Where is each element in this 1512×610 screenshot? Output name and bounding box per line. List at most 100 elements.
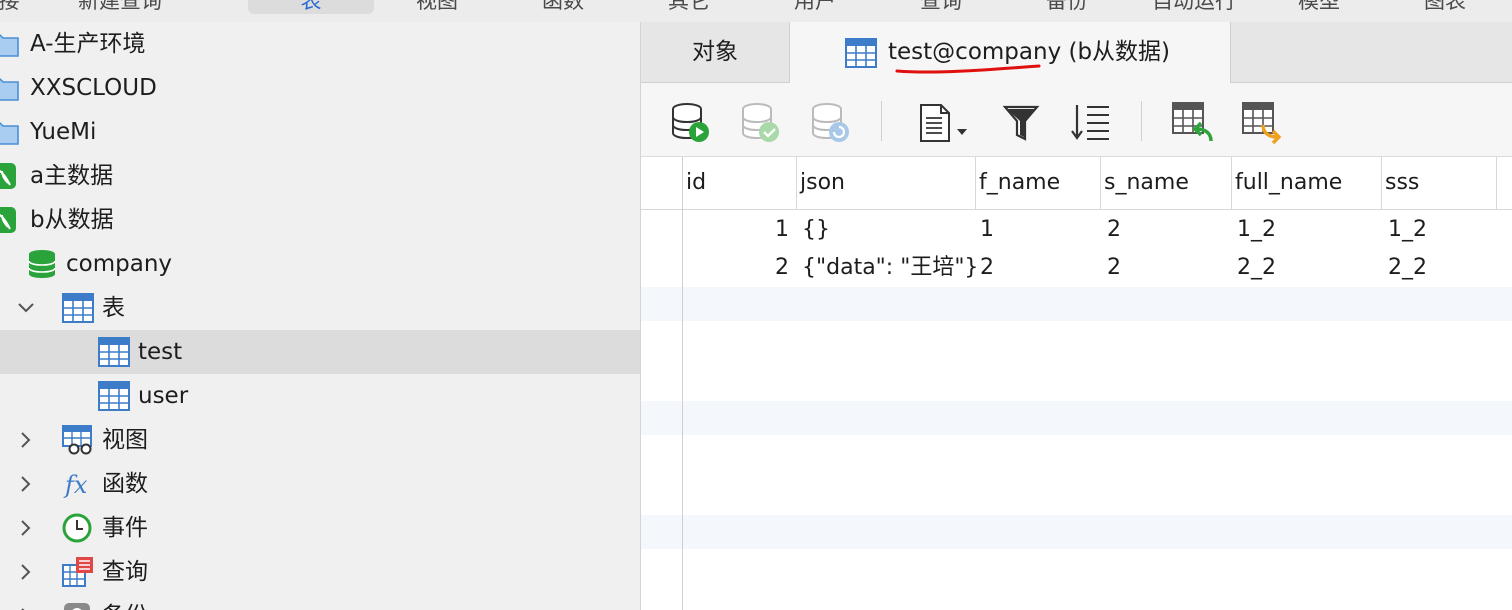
sidebar-item-label: 事件 xyxy=(102,515,148,541)
svg-text:fx: fx xyxy=(63,471,88,499)
sidebar-item-a-production[interactable]: A-生产环境 xyxy=(0,22,640,66)
tab-bar: 对象 test@company (b从数据) xyxy=(641,22,1512,83)
table-icon xyxy=(845,38,877,68)
table-row[interactable]: 2 {"data": "王培"} 2 2 2_2 2_2 xyxy=(641,249,1512,287)
chevron-down-icon[interactable] xyxy=(16,298,36,318)
red-annotation-underline xyxy=(895,64,1041,74)
main-toolbar: 接 新建查询 表 视图 函数 其它 用户 查询 备份 自动运行 模型 图表 xyxy=(0,0,1512,23)
sidebar-item-a-master[interactable]: a主数据 xyxy=(0,154,640,198)
sidebar-item-yuemi[interactable]: YueMi xyxy=(0,110,640,154)
table-icon xyxy=(98,337,130,367)
column-header-full-name[interactable]: full_name xyxy=(1231,157,1381,209)
column-header-id[interactable]: id xyxy=(682,157,796,209)
sidebar-item-label: 备份 xyxy=(102,594,148,610)
chevron-right-icon[interactable] xyxy=(16,474,36,494)
cell-s-name[interactable]: 2 xyxy=(1107,211,1121,249)
filter-icon[interactable] xyxy=(1001,101,1045,145)
cell-f-name[interactable]: 1 xyxy=(980,211,994,249)
toolbar-other-button[interactable]: 其它 xyxy=(656,0,722,14)
sidebar-item-label: 查询 xyxy=(102,559,148,585)
sidebar-item-queries-group[interactable]: 查询 xyxy=(0,550,640,594)
sidebar-item-label: b从数据 xyxy=(30,207,114,233)
database-icon xyxy=(28,250,56,278)
chevron-right-icon[interactable] xyxy=(16,606,36,610)
export-icon[interactable] xyxy=(1241,101,1285,145)
row-stripe xyxy=(641,401,1512,435)
commit-icon[interactable] xyxy=(739,101,783,145)
sort-icon[interactable] xyxy=(1069,101,1113,145)
column-header-extra xyxy=(1496,157,1512,209)
toolbar-model-button[interactable]: 模型 xyxy=(1286,0,1352,14)
sidebar-item-table-test[interactable]: test xyxy=(0,330,640,374)
table-toolbar xyxy=(641,83,1512,157)
toolbar-function-button[interactable]: 函数 xyxy=(530,0,596,14)
row-stripe xyxy=(641,515,1512,549)
table-row[interactable]: 1 {} 1 2 1_2 1_2 xyxy=(641,211,1512,249)
column-header-s-name[interactable]: s_name xyxy=(1100,157,1231,209)
column-header-json[interactable]: json xyxy=(796,157,975,209)
main-panel: 对象 test@company (b从数据) id json f_name s_… xyxy=(641,22,1512,610)
sidebar-item-events-group[interactable]: 事件 xyxy=(0,506,640,550)
query-icon xyxy=(62,557,93,587)
sidebar-item-label: test xyxy=(138,339,183,365)
chevron-right-icon[interactable] xyxy=(16,562,36,582)
toolbar-chart-button[interactable]: 图表 xyxy=(1412,0,1478,14)
sidebar-item-views-group[interactable]: 视图 xyxy=(0,418,640,462)
sidebar-item-xxscloud[interactable]: XXSCLOUD xyxy=(0,66,640,110)
navigation-sidebar: A-生产环境 XXSCLOUD YueMi a主数据 b从数据 company … xyxy=(0,22,641,610)
tab-test-table[interactable]: test@company (b从数据) xyxy=(790,22,1231,83)
sidebar-item-b-slave[interactable]: b从数据 xyxy=(0,198,640,242)
sidebar-item-label: a主数据 xyxy=(30,163,114,189)
cell-s-name[interactable]: 2 xyxy=(1107,249,1121,287)
cell-full-name[interactable]: 1_2 xyxy=(1237,211,1276,249)
app-window: 接 新建查询 表 视图 函数 其它 用户 查询 备份 自动运行 模型 图表 A-… xyxy=(0,0,1512,610)
event-icon xyxy=(62,513,92,543)
toolbar-automation-button[interactable]: 自动运行 xyxy=(1146,0,1242,14)
grid-header: id json f_name s_name full_name sss xyxy=(641,157,1512,210)
table-icon xyxy=(62,293,94,323)
table-icon xyxy=(98,381,130,411)
cell-json[interactable]: {} xyxy=(802,211,830,249)
row-stripe xyxy=(641,287,1512,321)
begin-transaction-icon[interactable] xyxy=(669,101,713,145)
chevron-right-icon[interactable] xyxy=(16,518,36,538)
toolbar-connect-button[interactable]: 接 xyxy=(0,0,24,14)
column-header-f-name[interactable]: f_name xyxy=(975,157,1100,209)
toolbar-query-button[interactable]: 查询 xyxy=(908,0,974,14)
sidebar-item-backups-group[interactable]: 备份 xyxy=(0,594,640,610)
toolbar-table-button[interactable]: 表 xyxy=(248,0,374,14)
sidebar-item-label: company xyxy=(66,251,173,277)
folder-icon xyxy=(0,78,19,101)
sidebar-item-label: A-生产环境 xyxy=(30,31,146,57)
cell-sss[interactable]: 1_2 xyxy=(1388,211,1427,249)
text-view-dropdown-icon[interactable] xyxy=(917,101,973,145)
sidebar-item-label: user xyxy=(138,383,189,409)
cell-full-name[interactable]: 2_2 xyxy=(1237,249,1276,287)
sidebar-item-label: 视图 xyxy=(102,427,148,453)
cell-json[interactable]: {"data": "王培"} xyxy=(802,249,978,287)
sidebar-item-tables-group[interactable]: 表 xyxy=(0,286,640,330)
connection-icon xyxy=(0,207,16,233)
chevron-right-icon[interactable] xyxy=(16,430,36,450)
cell-id[interactable]: 2 xyxy=(682,249,789,287)
tab-objects[interactable]: 对象 xyxy=(641,22,790,82)
folder-icon xyxy=(0,122,19,145)
sidebar-item-functions-group[interactable]: fx 函数 xyxy=(0,462,640,506)
toolbar-new-query-button[interactable]: 新建查询 xyxy=(70,0,170,14)
sidebar-item-company[interactable]: company xyxy=(0,242,640,286)
cell-sss[interactable]: 2_2 xyxy=(1388,249,1427,287)
toolbar-view-button[interactable]: 视图 xyxy=(404,0,470,14)
backup-icon xyxy=(64,603,90,610)
sidebar-item-label: XXSCLOUD xyxy=(30,75,157,101)
toolbar-backup-button[interactable]: 备份 xyxy=(1034,0,1100,14)
toolbar-separator xyxy=(1141,101,1142,141)
import-icon[interactable] xyxy=(1171,101,1215,145)
column-header-sss[interactable]: sss xyxy=(1381,157,1496,209)
sidebar-item-label: YueMi xyxy=(30,119,97,145)
cell-f-name[interactable]: 2 xyxy=(980,249,994,287)
data-grid: id json f_name s_name full_name sss 1 {}… xyxy=(641,157,1512,610)
rollback-icon[interactable] xyxy=(809,101,853,145)
cell-id[interactable]: 1 xyxy=(682,211,789,249)
toolbar-user-button[interactable]: 用户 xyxy=(782,0,848,14)
sidebar-item-table-user[interactable]: user xyxy=(0,374,640,418)
